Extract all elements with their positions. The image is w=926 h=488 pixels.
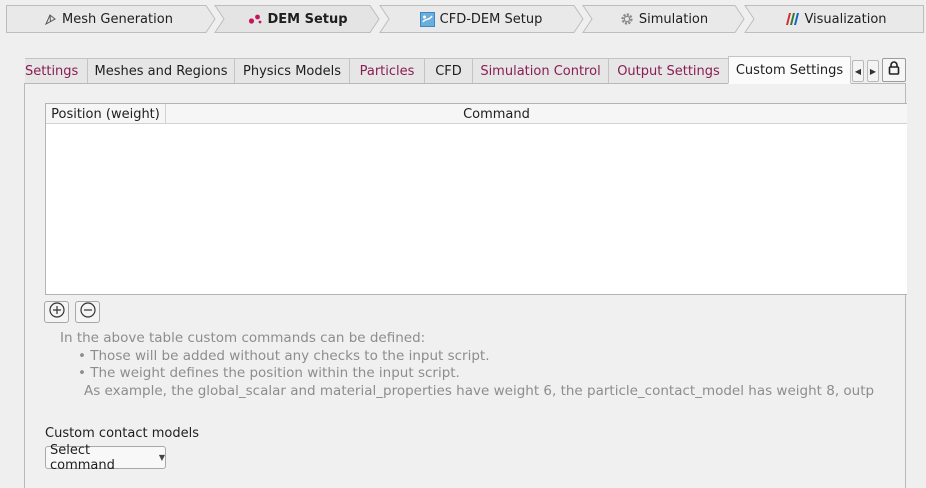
workflow-step-label: CFD-DEM Setup [439, 11, 543, 27]
lock-tab-button[interactable] [882, 58, 906, 82]
tab-simulation-control[interactable]: Simulation Control [472, 58, 609, 84]
help-bullet: • Those will be added without any checks… [78, 347, 490, 364]
workflow-step-mesh-generation[interactable]: Mesh Generation [6, 5, 211, 33]
add-row-button[interactable] [44, 301, 69, 323]
column-header-command[interactable]: Command [166, 104, 907, 124]
tab-label: Settings [25, 63, 79, 79]
tab-settings[interactable]: Settings [25, 58, 88, 84]
tab-label: CFD [435, 63, 462, 79]
circle-minus-icon [79, 302, 96, 322]
chevron-down-icon: ▼ [158, 453, 165, 462]
table-row-buttons [44, 301, 100, 323]
workflow-step-label: Simulation [638, 11, 709, 27]
tab-label: Particles [359, 63, 415, 79]
tab-label: Physics Models [242, 63, 341, 79]
tab-label: Custom Settings [735, 62, 844, 78]
custom-commands-help-text: In the above table custom commands can b… [60, 330, 907, 400]
dem-setup-tab-bar: Settings Meshes and Regions Physics Mode… [25, 56, 906, 84]
tab-particles[interactable]: Particles [349, 58, 425, 84]
dem-particles-icon [248, 13, 262, 25]
tab-custom-settings[interactable]: Custom Settings [728, 56, 851, 84]
tab-label: Output Settings [617, 63, 720, 79]
tab-output-settings[interactable]: Output Settings [608, 58, 729, 84]
tab-label: Simulation Control [480, 63, 601, 79]
workflow-breadcrumb: Mesh Generation DEM Setup CFD-DEM Setup … [6, 5, 924, 33]
remove-row-button[interactable] [75, 301, 100, 323]
workflow-step-simulation[interactable]: Simulation [588, 5, 740, 33]
table-header: Position (weight) Command [46, 104, 907, 124]
select-command-label: Select command [50, 442, 115, 473]
tab-cfd[interactable]: CFD [424, 58, 473, 84]
select-command-dropdown[interactable]: Select command ▼ [45, 443, 166, 473]
custom-contact-models-label: Custom contact models [45, 426, 199, 441]
workflow-step-dem-setup[interactable]: DEM Setup [218, 5, 378, 33]
column-header-position-weight[interactable]: Position (weight) [46, 104, 166, 124]
workflow-step-label: Visualization [804, 11, 887, 27]
help-example: As example, the global_scalar and materi… [84, 382, 875, 399]
visualization-bars-icon [785, 13, 800, 25]
tab-scroll-left-button[interactable]: ◀ [852, 60, 864, 82]
help-bullet: • The weight defines the position within… [78, 365, 460, 381]
triangle-left-icon: ◀ [854, 66, 862, 76]
mesh-icon [44, 13, 57, 26]
workflow-step-label: DEM Setup [267, 11, 348, 27]
workflow-step-visualization[interactable]: Visualization [751, 5, 921, 33]
tab-physics-models[interactable]: Physics Models [234, 58, 350, 84]
custom-settings-panel: Position (weight) Command In the above t… [24, 83, 907, 488]
cfd-dem-icon [419, 11, 435, 27]
workflow-step-label: Mesh Generation [62, 11, 173, 27]
workflow-step-cfd-dem-setup[interactable]: CFD-DEM Setup [383, 5, 579, 33]
tab-meshes-and-regions[interactable]: Meshes and Regions [87, 58, 235, 84]
gear-icon [620, 12, 634, 26]
lock-icon [888, 61, 900, 79]
custom-commands-table[interactable]: Position (weight) Command [45, 103, 907, 295]
triangle-right-icon: ▶ [869, 66, 877, 76]
circle-plus-icon [48, 302, 65, 322]
tab-scroll-right-button[interactable]: ▶ [867, 60, 879, 82]
tab-label: Meshes and Regions [94, 63, 228, 79]
help-intro: In the above table custom commands can b… [60, 330, 426, 346]
